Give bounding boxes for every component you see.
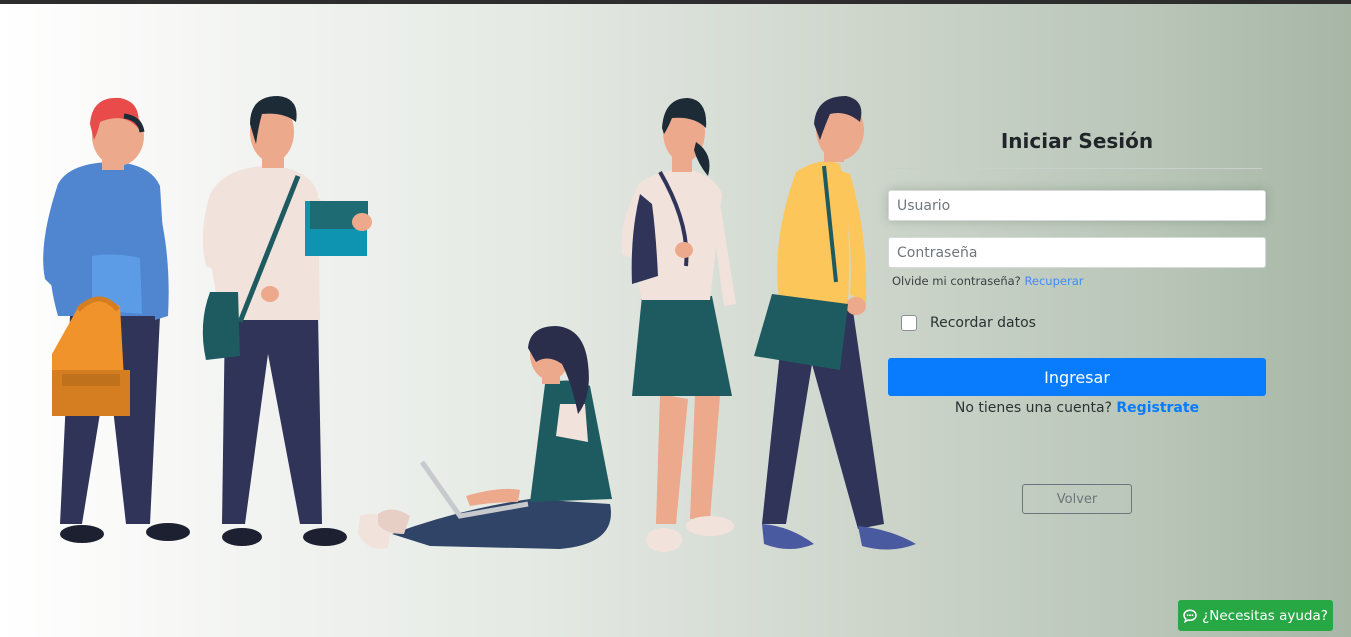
login-title: Iniciar Sesión [1000, 129, 1154, 153]
student-with-book [202, 96, 372, 546]
password-input[interactable] [888, 237, 1266, 268]
signup-row: No tienes una cuenta? Registrate [888, 400, 1266, 416]
forgot-password-row: Olvide mi contraseña? Recuperar [892, 274, 1266, 288]
title-divider [892, 168, 1262, 169]
help-label: ¿Necesitas ayuda? [1202, 607, 1328, 624]
login-form: Iniciar Sesión Olvide mi contraseña? Rec… [888, 124, 1266, 416]
students-illustration [43, 96, 916, 552]
remember-me-checkbox[interactable] [901, 315, 917, 331]
student-with-laptop [358, 326, 612, 549]
login-submit-button[interactable]: Ingresar [888, 358, 1266, 396]
forgot-password-text: Olvide mi contraseña? [892, 274, 1021, 288]
signup-text: No tienes una cuenta? [954, 400, 1112, 416]
help-button[interactable]: ¿Necesitas ayuda? [1178, 600, 1333, 631]
recover-password-link[interactable]: Recuperar [1024, 274, 1083, 288]
login-page: Iniciar Sesión Olvide mi contraseña? Rec… [0, 4, 1351, 637]
remember-me-row[interactable]: Recordar datos [888, 315, 1266, 331]
student-red-hair [43, 97, 190, 543]
back-button[interactable]: Volver [1022, 484, 1132, 514]
username-input[interactable] [888, 190, 1266, 221]
signup-link[interactable]: Registrate [1116, 400, 1199, 416]
student-green-skirt [621, 98, 736, 552]
chat-icon [1183, 608, 1197, 623]
remember-me-label: Recordar datos [930, 315, 1036, 331]
